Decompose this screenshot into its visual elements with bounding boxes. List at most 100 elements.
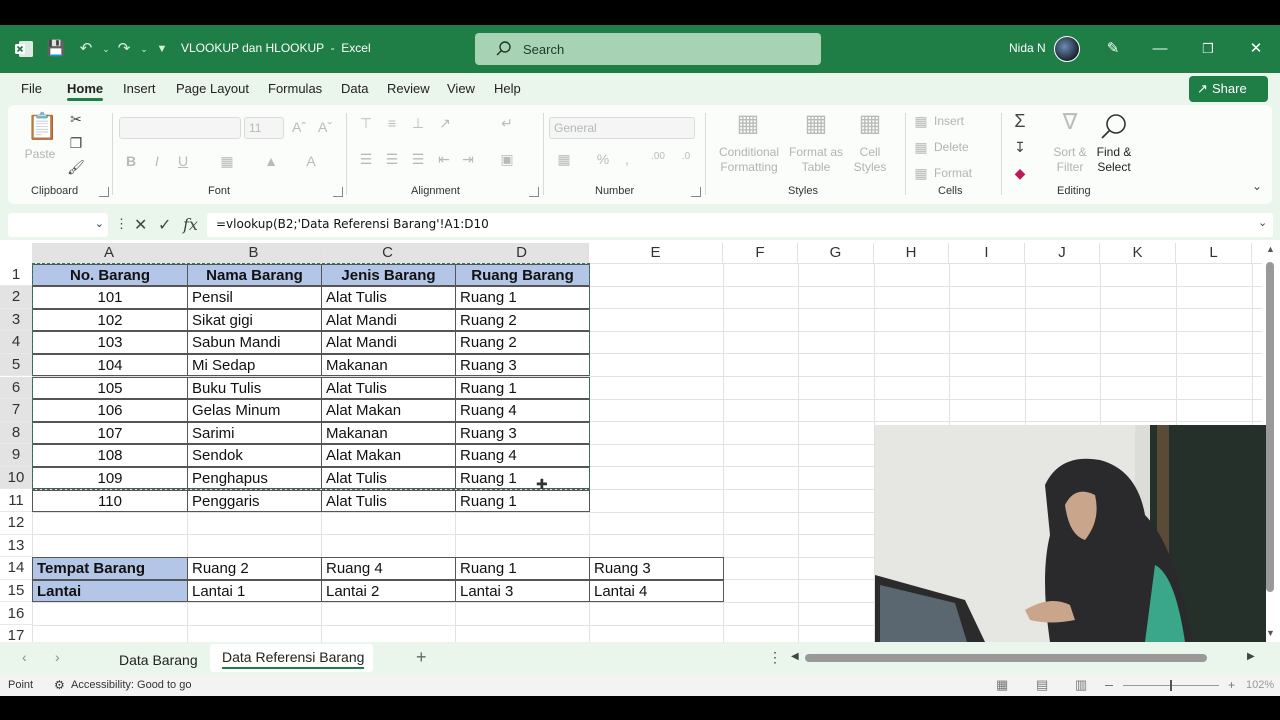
save-icon[interactable]: 💾	[46, 39, 66, 59]
table-cell[interactable]: 109	[32, 466, 188, 490]
column-header[interactable]: A	[32, 243, 187, 263]
accessibility-status[interactable]: Accessibility: Good to go	[71, 679, 191, 691]
table-cell[interactable]: Gelas Minum	[187, 399, 322, 422]
zoom-in-icon[interactable]: +	[1228, 678, 1235, 692]
chevron-down-icon[interactable]: ⌄	[95, 217, 104, 230]
htable-cell[interactable]: Ruang 2	[187, 557, 322, 580]
sort-filter-icon[interactable]: ∇	[1054, 109, 1086, 135]
tab-review[interactable]: Review	[387, 81, 430, 96]
share-button[interactable]: ↗ Share	[1189, 76, 1268, 102]
decrease-indent-icon[interactable]: ⇤	[436, 151, 452, 168]
column-header[interactable]: L	[1176, 243, 1252, 263]
zoom-out-icon[interactable]	[1105, 685, 1113, 686]
redo-icon[interactable]: ↷	[114, 39, 134, 59]
column-header[interactable]: D	[455, 243, 589, 263]
minimize-icon[interactable]: —	[1150, 39, 1170, 59]
normal-view-icon[interactable]: ▦	[996, 677, 1008, 693]
format-label[interactable]: Format	[934, 166, 974, 181]
prev-sheet-icon[interactable]: ‹	[22, 649, 27, 665]
table-cell[interactable]: Ruang 3	[455, 421, 590, 445]
htable-label[interactable]: Tempat Barang	[32, 557, 188, 580]
row-header[interactable]: 9	[0, 444, 32, 467]
row-header[interactable]: 4	[0, 331, 32, 354]
format-cells-icon[interactable]: ▦	[912, 165, 930, 182]
paste-label[interactable]: Paste	[22, 147, 58, 162]
top-align-icon[interactable]: ⊤	[358, 115, 374, 132]
table-cell[interactable]: Ruang 3	[455, 353, 590, 377]
table-cell[interactable]: Ruang 2	[455, 331, 590, 354]
autosum-icon[interactable]: Σ	[1010, 111, 1030, 132]
undo-dropdown-icon[interactable]: ⌄	[96, 39, 116, 59]
column-header[interactable]: I	[949, 243, 1025, 263]
table-cell[interactable]: Ruang 1	[455, 286, 590, 309]
font-launcher-icon[interactable]	[333, 187, 343, 197]
expand-formula-icon[interactable]: ⌄	[1258, 216, 1267, 229]
row-header[interactable]: 16	[0, 603, 32, 626]
row-header[interactable]: 8	[0, 421, 32, 445]
scroll-down-icon[interactable]: ▼	[1266, 628, 1275, 638]
row-header[interactable]: 1	[0, 264, 32, 287]
avatar[interactable]	[1054, 36, 1080, 62]
row-header[interactable]: 14	[0, 557, 32, 580]
format-painter-icon[interactable]: 🖌	[66, 159, 86, 176]
fill-color-icon[interactable]: ▲	[262, 153, 280, 169]
table-cell[interactable]: Alat Mandi	[321, 331, 456, 354]
align-right-icon[interactable]: ☰	[410, 151, 426, 168]
zoom-level[interactable]: 102%	[1246, 679, 1274, 691]
table-cell[interactable]: Sabun Mandi	[187, 331, 322, 354]
tab-page-layout[interactable]: Page Layout	[176, 81, 249, 96]
table-cell[interactable]: Ruang 1	[455, 466, 590, 490]
cell-styles-label[interactable]: Cell Styles	[844, 145, 896, 175]
table-cell[interactable]: Ruang 4	[455, 444, 590, 467]
table-cell[interactable]: Pensil	[187, 286, 322, 309]
table-cell[interactable]: Buku Tulis	[187, 376, 322, 400]
table-cell[interactable]: Alat Tulis	[321, 489, 456, 513]
add-sheet-icon[interactable]: +	[416, 647, 427, 668]
table-cell[interactable]: Alat Mandi	[321, 308, 456, 332]
table-cell[interactable]: Ruang 4	[455, 399, 590, 422]
column-header[interactable]: B	[187, 243, 321, 263]
font-name-combo[interactable]	[119, 117, 241, 139]
column-header[interactable]: F	[723, 243, 798, 263]
tab-formulas[interactable]: Formulas	[268, 81, 322, 96]
accessibility-icon[interactable]: ⚙	[54, 678, 65, 692]
alignment-launcher-icon[interactable]	[529, 187, 539, 197]
table-cell[interactable]: Alat Tulis	[321, 376, 456, 400]
tab-file[interactable]: File	[21, 81, 42, 96]
sheet-tab-data-barang[interactable]: Data Barang	[119, 652, 198, 668]
row-header[interactable]: 12	[0, 512, 32, 535]
underline-icon[interactable]: U	[176, 153, 190, 169]
wrap-text-icon[interactable]: ↵	[498, 115, 516, 132]
increase-decimal-icon[interactable]: .00	[648, 151, 668, 162]
bottom-align-icon[interactable]: ⊥	[410, 115, 426, 132]
format-as-table-icon[interactable]: ▦	[800, 109, 832, 138]
pen-icon[interactable]: ✎	[1103, 39, 1123, 59]
increase-font-icon[interactable]: Aˆ	[290, 119, 308, 135]
table-header-cell[interactable]: Nama Barang	[187, 263, 322, 287]
table-cell[interactable]: Makanan	[321, 421, 456, 445]
column-header[interactable]: H	[874, 243, 949, 263]
insert-label[interactable]: Insert	[934, 114, 970, 129]
row-header[interactable]: 15	[0, 580, 32, 603]
undo-icon[interactable]: ↶	[76, 39, 96, 59]
accounting-format-icon[interactable]: ▦	[554, 151, 574, 168]
formula-input[interactable]: =vlookup(B2;'Data Referensi Barang'!A1:D…	[207, 213, 1273, 237]
insert-cells-icon[interactable]: ▦	[912, 113, 930, 130]
table-cell[interactable]: Sarimi	[187, 421, 322, 445]
fill-icon[interactable]: ↧	[1010, 139, 1030, 156]
italic-icon[interactable]: I	[150, 153, 164, 169]
table-cell[interactable]: Ruang 1	[455, 489, 590, 513]
copy-icon[interactable]: ❐	[66, 135, 86, 152]
find-select-icon[interactable]	[1098, 111, 1130, 143]
vertical-scroll-thumb[interactable]	[1266, 262, 1274, 592]
redo-dropdown-icon[interactable]: ⌄	[134, 39, 154, 59]
next-sheet-icon[interactable]: ›	[55, 649, 60, 665]
conditional-formatting-icon[interactable]: ▦	[732, 109, 764, 138]
table-cell[interactable]: Ruang 2	[455, 308, 590, 332]
table-cell[interactable]: 101	[32, 286, 188, 309]
scroll-right-icon[interactable]: ▶	[1247, 651, 1255, 662]
htable-cell[interactable]: Lantai 4	[589, 579, 724, 603]
page-break-view-icon[interactable]: ▥	[1075, 677, 1087, 693]
table-cell[interactable]: Sendok	[187, 444, 322, 467]
table-cell[interactable]: Mi Sedap	[187, 353, 322, 377]
